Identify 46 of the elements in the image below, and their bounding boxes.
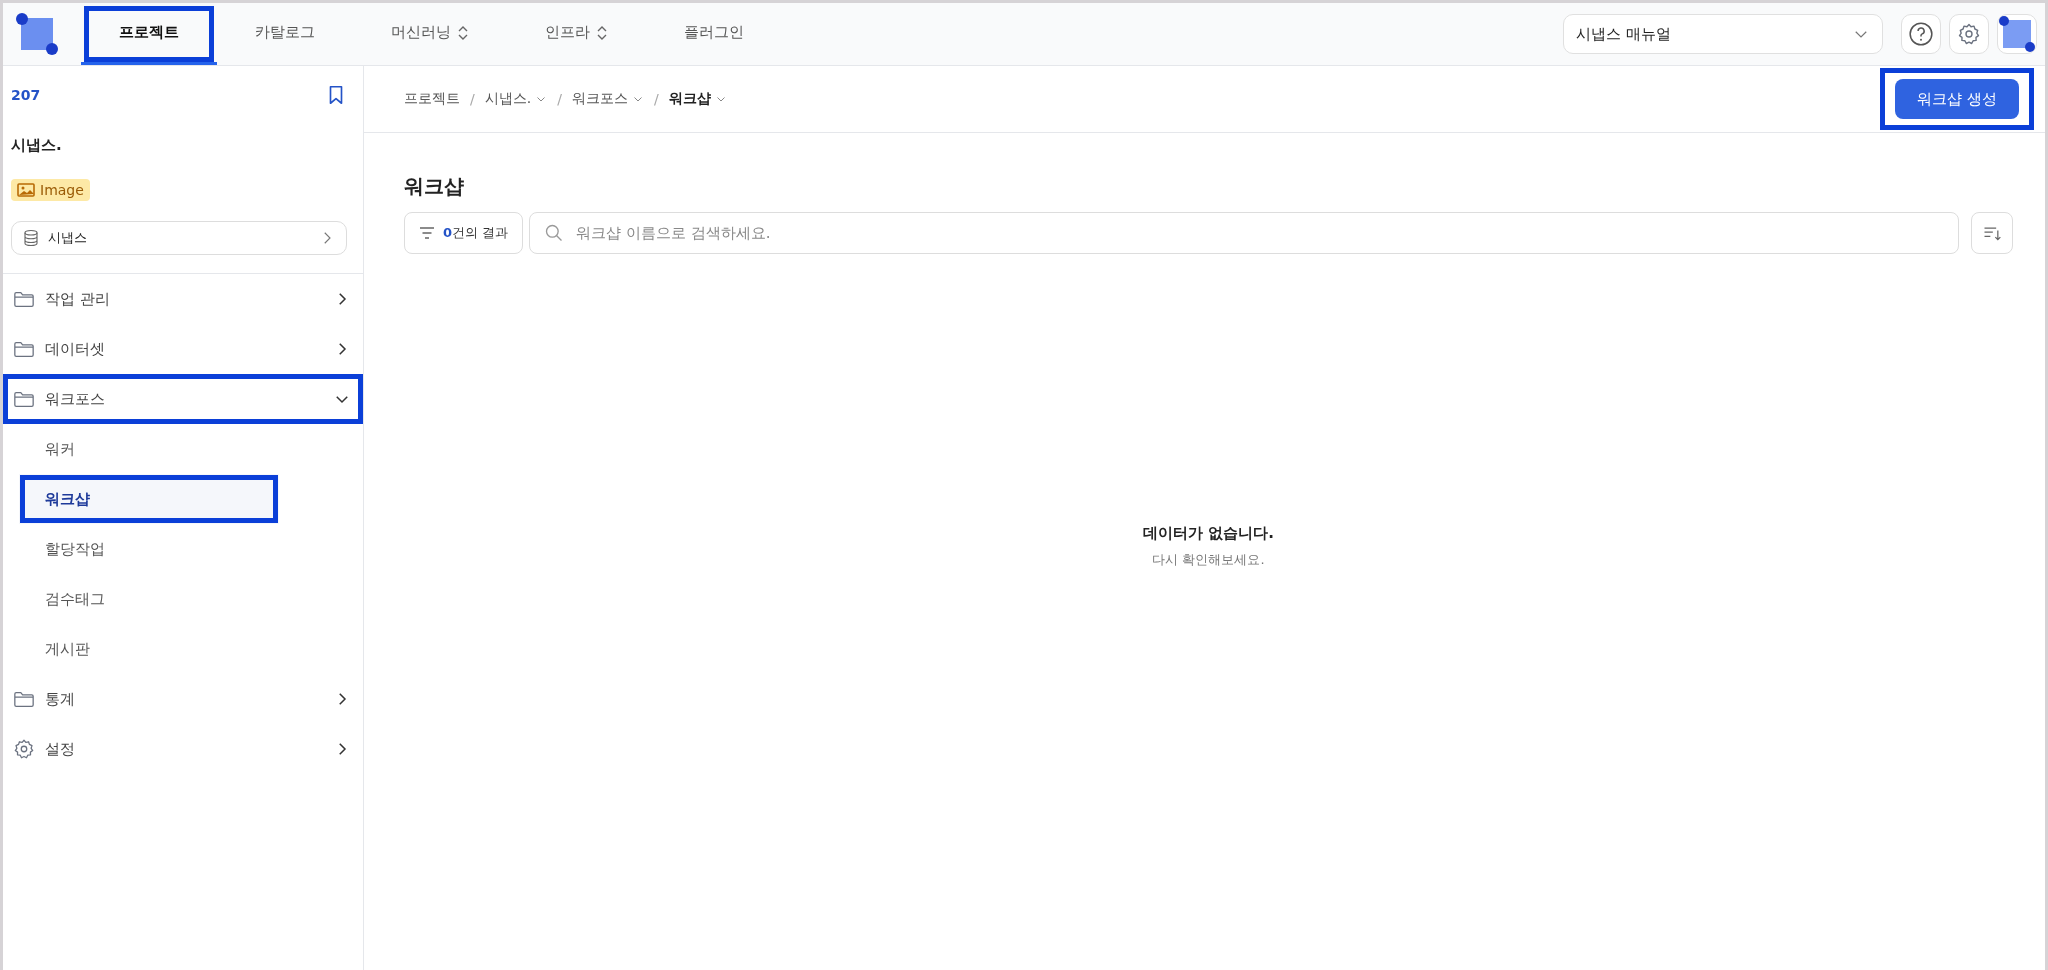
sidebar-subitem[interactable]: 할당작업 bbox=[3, 524, 363, 574]
settings-icon bbox=[13, 738, 35, 760]
sidebar-subitem[interactable]: 워커 bbox=[3, 424, 363, 474]
sidebar-item[interactable]: 통계 bbox=[3, 674, 363, 724]
breadcrumb-separator: / bbox=[557, 91, 562, 107]
help-icon bbox=[1908, 21, 1934, 47]
logo-icon bbox=[15, 12, 59, 56]
breadcrumb-separator: / bbox=[470, 91, 475, 107]
sidebar-subitem[interactable]: 게시판 bbox=[3, 624, 363, 674]
create-workshop-button[interactable]: 워크샵 생성 bbox=[1895, 79, 2019, 119]
avatar-button[interactable] bbox=[1997, 14, 2037, 54]
sort-caret-icon bbox=[457, 25, 469, 40]
settings-icon bbox=[1957, 22, 1981, 46]
empty-state-title: 데이터가 없습니다. bbox=[1143, 524, 1274, 543]
sidebar-item[interactable]: 데이터셋 bbox=[3, 324, 363, 374]
database-icon bbox=[22, 229, 40, 247]
image-icon bbox=[17, 183, 35, 197]
image-type-badge: Image bbox=[11, 179, 90, 201]
nav-tab[interactable]: 플러그인 bbox=[646, 3, 782, 65]
sort-caret-icon bbox=[596, 25, 608, 40]
nav-tab[interactable]: 프로젝트 bbox=[81, 3, 217, 65]
page-title: 워크샵 bbox=[404, 173, 465, 200]
manual-select[interactable]: 시냅스 매뉴얼 bbox=[1563, 14, 1883, 54]
breadcrumb-link[interactable]: 프로젝트 bbox=[404, 90, 460, 108]
settings-button[interactable] bbox=[1949, 14, 1989, 54]
empty-state-message: 다시 확인해보세요. bbox=[1152, 551, 1265, 569]
sidebar-item[interactable]: 설정 bbox=[3, 724, 363, 774]
sidebar-item[interactable]: 작업 관리 bbox=[3, 274, 363, 324]
nav-tab[interactable]: 머신러닝 bbox=[353, 3, 507, 65]
dataset-button[interactable]: 시냅스 bbox=[11, 221, 347, 255]
avatar-icon bbox=[1999, 16, 2035, 52]
sidebar-subitem[interactable]: 워크샵 bbox=[19, 474, 279, 524]
sort-button[interactable] bbox=[1971, 212, 2013, 254]
breadcrumb-link[interactable]: 워크샵 bbox=[668, 90, 727, 108]
breadcrumb-link[interactable]: 시냅스. bbox=[484, 90, 548, 108]
breadcrumb-separator: / bbox=[653, 91, 659, 107]
sidebar-subitem[interactable]: 검수태그 bbox=[3, 574, 363, 624]
filter-icon bbox=[419, 227, 435, 239]
filter-button[interactable]: 0건의 결과 bbox=[404, 212, 524, 254]
nav-tab[interactable]: 인프라 bbox=[507, 3, 646, 65]
sidebar-item[interactable]: 워크포스 bbox=[3, 374, 363, 424]
project-id: 207 bbox=[11, 87, 41, 103]
nav-tab[interactable]: 카탈로그 bbox=[217, 3, 353, 65]
help-button[interactable] bbox=[1901, 14, 1941, 54]
project-name: 시냅스. bbox=[11, 136, 63, 155]
breadcrumb-link[interactable]: 워크포스 bbox=[571, 90, 644, 108]
